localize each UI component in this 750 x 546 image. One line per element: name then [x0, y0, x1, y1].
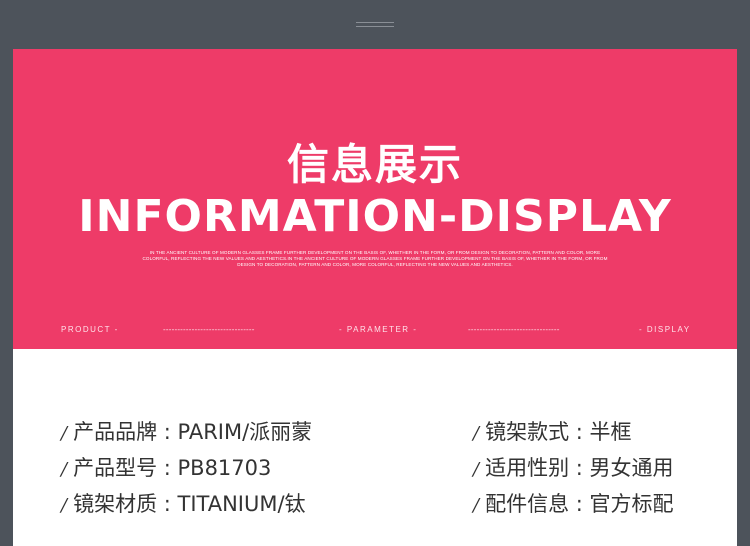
banner-description: IN THE ANCIENT CULTURE OF MODERN GLASSES…: [111, 250, 639, 267]
slash-marker: /: [473, 495, 480, 516]
title-english: INFORMATION-DISPLAY: [78, 191, 672, 242]
spec-style: / 镜架款式 : 半框: [473, 419, 632, 447]
description-line: IN THE ANCIENT CULTURE OF MODERN GLASSES…: [149, 250, 601, 255]
specs-panel: / 产品品牌 : PARIM/派丽蒙 / 产品型号 : PB81703 /镜架材质 …: [13, 349, 737, 546]
slash-marker: /: [61, 459, 68, 480]
nav-display: - DISPLAY: [639, 325, 691, 334]
spec-gender-text: 适用性别 : 男女通用: [485, 456, 674, 480]
drag-handle-icon: [356, 22, 394, 30]
slash-marker: /: [473, 459, 480, 480]
spec-material: / 镜架材质 : TITANIUM/钛: [61, 491, 306, 519]
info-banner: 信息展示 INFORMATION-DISPLAY IN THE ANCIENT …: [13, 49, 737, 349]
spec-style-text: 镜架款式 : 半框: [485, 420, 632, 444]
nav-divider-right: --------------------------------: [468, 325, 560, 334]
spec-material-text: 镜架材质 : TITANIUM/钛: [73, 492, 306, 516]
nav-product: PRODUCT -: [61, 325, 119, 334]
slash-marker: /: [61, 423, 68, 444]
slash-marker: /: [61, 495, 68, 516]
spec-gender: / 适用性别 : 男女通用: [473, 455, 674, 483]
spec-model-text: 产品型号 : PB81703: [73, 456, 272, 480]
slash-marker: /: [473, 423, 480, 444]
description-line: COLORFUL, REFLECTING THE NEW VALUES AND …: [142, 255, 608, 261]
title-chinese: 信息展示: [286, 140, 463, 189]
spec-accessories: / 配件信息 : 官方标配: [473, 491, 674, 519]
spec-brand-text: 产品品牌 : PARIM/派丽蒙: [73, 420, 313, 444]
description-line: DESIGN TO DECORATION, PATTERN AND COLOR,…: [237, 261, 513, 267]
spec-model: / 产品型号 : PB81703: [61, 455, 271, 483]
nav-divider-left: --------------------------------: [163, 325, 255, 334]
spec-brand: / 产品品牌 : PARIM/派丽蒙: [61, 419, 312, 447]
section-nav: PRODUCT - ------------------------------…: [13, 325, 737, 337]
spec-accessories-text: 配件信息 : 官方标配: [485, 492, 674, 516]
nav-parameter: - PARAMETER -: [339, 325, 418, 334]
